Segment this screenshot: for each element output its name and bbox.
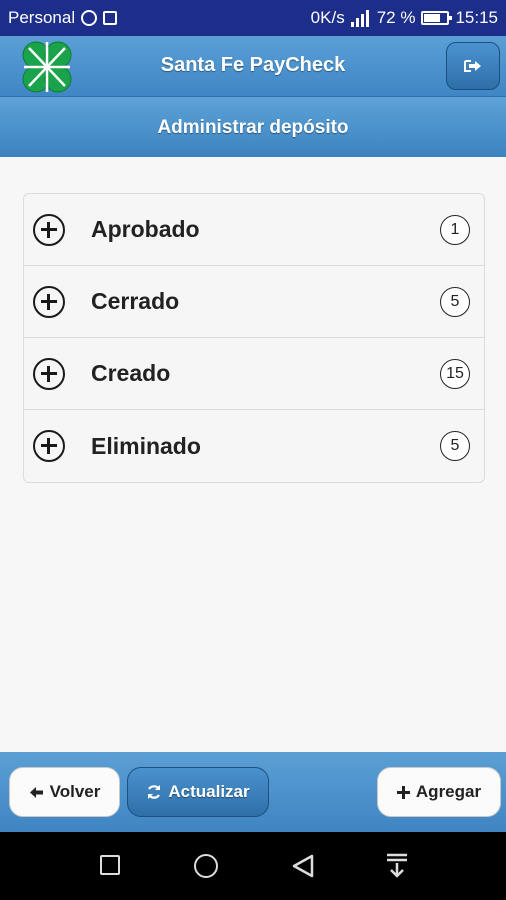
add-button-label: Agregar xyxy=(415,782,482,801)
count-badge: 5 xyxy=(440,431,470,461)
list-item-aprobado[interactable]: Aprobado 1 xyxy=(24,194,484,266)
list-item-cerrado[interactable]: Cerrado 5 xyxy=(24,266,484,338)
list-item-label: Eliminado xyxy=(91,432,201,459)
list-item-label: Cerrado xyxy=(91,288,180,314)
plus-icon xyxy=(396,785,410,799)
arrow-left-icon xyxy=(29,786,43,798)
logout-button[interactable] xyxy=(446,42,500,90)
list-item-creado[interactable]: Creado 15 xyxy=(24,338,484,410)
expand-plus-icon xyxy=(33,430,65,462)
expand-plus-icon xyxy=(33,357,65,390)
page-title: Administrar depósito xyxy=(157,117,349,138)
status-bar: Personal 0K/s 72 % 15:15 xyxy=(0,0,506,36)
section-header: Administrar depósito xyxy=(0,97,506,157)
recents-icon[interactable] xyxy=(100,855,120,875)
image-icon xyxy=(103,11,118,25)
expand-plus-icon xyxy=(33,285,65,318)
carrier-name: Personal xyxy=(8,8,76,27)
whatsapp-icon xyxy=(81,10,98,26)
signal-icon xyxy=(350,9,371,27)
system-nav-bar xyxy=(0,832,506,900)
battery-percent: 72 % xyxy=(376,8,416,27)
notification-pulldown-icon[interactable] xyxy=(385,852,409,880)
app-header: Santa Fe PayCheck xyxy=(0,36,506,97)
refresh-button-label: Actualizar xyxy=(168,782,250,801)
footer-toolbar: Volver Actualizar Agregar xyxy=(0,752,506,832)
count-badge: 1 xyxy=(440,215,470,245)
add-button[interactable]: Agregar xyxy=(377,767,501,817)
count-badge: 5 xyxy=(440,287,470,317)
list-item-label: Creado xyxy=(91,360,171,386)
refresh-button[interactable]: Actualizar xyxy=(127,767,269,817)
app-title: Santa Fe PayCheck xyxy=(160,54,346,76)
logout-icon xyxy=(464,60,481,72)
count-badge: 15 xyxy=(440,359,470,389)
refresh-icon xyxy=(148,785,161,799)
battery-icon xyxy=(421,11,453,25)
back-button[interactable]: Volver xyxy=(9,767,120,817)
back-button-label: Volver xyxy=(49,782,101,801)
list-item-eliminado[interactable]: Eliminado 5 xyxy=(24,410,484,482)
home-icon[interactable] xyxy=(194,854,218,878)
clock: 15:15 xyxy=(455,8,498,27)
back-nav-icon[interactable] xyxy=(290,853,316,879)
network-speed: 0K/s xyxy=(310,8,345,27)
list-item-label: Aprobado xyxy=(91,216,200,242)
expand-plus-icon xyxy=(33,213,65,246)
deposit-status-list: Aprobado 1 Cerrado 5 Creado 15 Eliminado… xyxy=(23,193,485,483)
